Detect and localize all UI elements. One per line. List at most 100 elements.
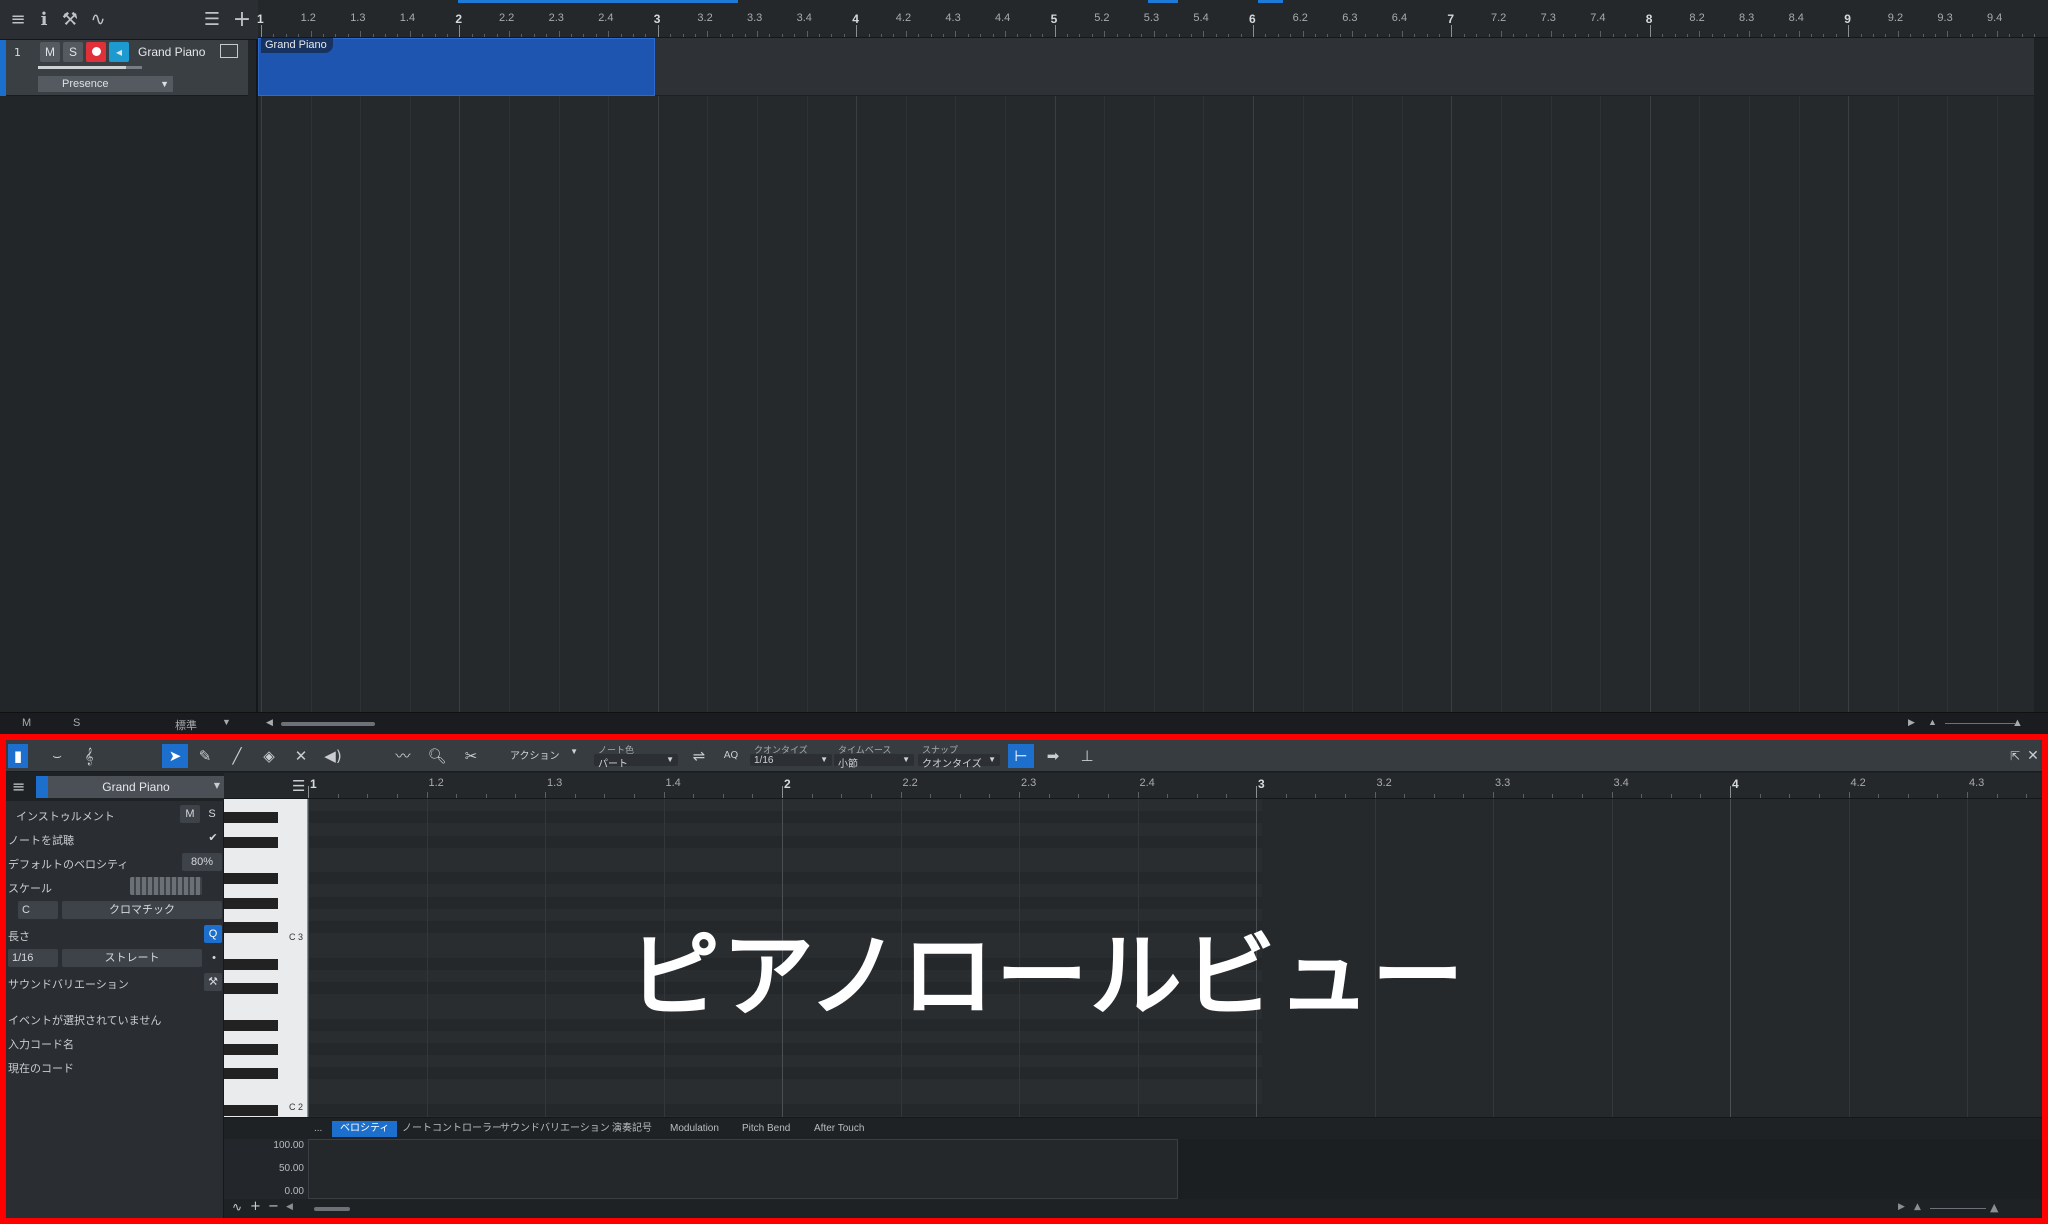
preset-dropdown[interactable]: Presence ▼ xyxy=(38,76,173,92)
add-track-icon[interactable]: + xyxy=(230,8,254,32)
zoom-in-icon[interactable]: ▲ xyxy=(2012,717,2023,729)
lane-tab[interactable]: 演奏記号 xyxy=(604,1121,660,1137)
timebase-dropdown[interactable]: タイムベース 小節 ▼ xyxy=(834,745,914,770)
track-volume-slider[interactable] xyxy=(38,66,142,69)
length-value-dropdown[interactable]: 1/16 xyxy=(8,949,58,967)
inspector-title[interactable]: Grand Piano xyxy=(48,776,224,798)
track-name[interactable]: Grand Piano xyxy=(138,45,205,59)
black-key[interactable] xyxy=(224,897,278,909)
record-arm-button[interactable] xyxy=(86,42,106,62)
pencil-tool-icon[interactable]: ✎ xyxy=(192,744,218,768)
default-velocity-value[interactable]: 80% xyxy=(182,853,222,871)
black-key[interactable] xyxy=(224,873,278,885)
instrument-event[interactable]: Grand Piano xyxy=(258,38,655,96)
add-lane-icon[interactable]: + xyxy=(250,1199,261,1214)
zoom-tool-icon[interactable]: 🔍︎ xyxy=(424,744,450,768)
lane-tab[interactable]: Modulation xyxy=(662,1121,727,1137)
arrange-ruler[interactable]: 1 1.2 1.3 1.4 2 2.2 2.3 2.4 3 3.2 3.3 3.4 4 4.2 4.3 4.4… xyxy=(257,0,2048,38)
vertical-scrollbar[interactable] xyxy=(2034,38,2048,712)
mute-button[interactable]: M xyxy=(40,42,60,62)
quantize-length-button[interactable]: Q xyxy=(204,925,222,943)
piano-keyboard[interactable]: C 3 C 2 xyxy=(224,799,308,1117)
info-icon[interactable]: i xyxy=(32,8,56,32)
wrench-icon[interactable]: ⚒ xyxy=(58,8,82,32)
scroll-left-icon[interactable]: ◀ xyxy=(286,1202,293,1212)
drum-editor-icon[interactable]: ⌣ xyxy=(44,744,70,768)
solo-button[interactable]: S xyxy=(63,42,83,62)
black-key[interactable] xyxy=(224,922,278,933)
instrument-keyboard-icon[interactable] xyxy=(220,44,238,58)
black-key[interactable] xyxy=(224,1019,278,1031)
inspector-mute-button[interactable]: M xyxy=(180,805,200,823)
dot-icon[interactable]: • xyxy=(206,949,222,967)
scroll-right-icon[interactable]: ▶ xyxy=(1908,717,1915,728)
track-lane[interactable]: Grand Piano xyxy=(258,38,2034,96)
close-icon[interactable]: ✕ xyxy=(2020,744,2046,768)
action-dropdown[interactable]: アクション ▼ xyxy=(506,746,582,766)
quantize-toggle-icon[interactable]: ⇌ xyxy=(686,744,712,768)
chevron-down-icon[interactable]: ▼ xyxy=(222,717,231,727)
arrange-view[interactable]: Grand Piano xyxy=(258,38,2034,712)
global-solo-button[interactable]: S xyxy=(73,717,80,729)
note-color-dropdown[interactable]: ノート色 パート ▼ xyxy=(594,745,678,770)
listen-tool-icon[interactable]: ◀) xyxy=(320,744,346,768)
menu-icon[interactable]: ≡ xyxy=(6,8,30,32)
inspector-solo-button[interactable]: S xyxy=(202,805,222,823)
horizontal-scroll-thumb[interactable] xyxy=(314,1207,350,1211)
black-key[interactable] xyxy=(224,812,278,824)
checkmark-icon[interactable]: ✔ xyxy=(204,829,222,847)
black-key[interactable] xyxy=(224,958,278,970)
black-key[interactable] xyxy=(224,836,278,848)
score-editor-icon[interactable]: 𝄞 xyxy=(76,744,102,768)
black-key[interactable] xyxy=(224,983,278,994)
scroll-left-icon[interactable]: ◀ xyxy=(266,717,273,728)
global-mute-button[interactable]: M xyxy=(22,717,31,729)
track-row[interactable]: 1 M S ◂ Grand Piano Presence ▼ xyxy=(6,40,248,96)
mute-tool-icon[interactable]: ✕ xyxy=(288,744,314,768)
ruler-tick xyxy=(806,31,808,37)
zoom-out-icon[interactable]: ▲ xyxy=(1928,717,1937,727)
horizontal-scroll-thumb[interactable] xyxy=(281,722,375,726)
ruler-tick xyxy=(1967,792,1968,798)
split-tool-icon[interactable]: ✂ xyxy=(458,744,484,768)
black-key[interactable] xyxy=(224,1044,278,1055)
follow-icon[interactable]: ➡ xyxy=(1040,744,1066,768)
automation-icon[interactable]: ∿ xyxy=(232,1200,242,1214)
snap-dropdown[interactable]: スナップ クオンタイズ ▼ xyxy=(918,745,1000,770)
lane-tab[interactable]: After Touch xyxy=(806,1121,872,1137)
ruler-tick xyxy=(1997,31,1998,37)
inspector-toggle-icon[interactable]: ▮ xyxy=(8,744,28,768)
arrow-tool-icon[interactable]: ➤ xyxy=(162,744,188,768)
piano-roll-ruler[interactable]: ☰ 1 1.2 1.3 1.4 2 2.2 2.3 2.4 3 3.2 3.3 3.4 4 4.2 4.3 xyxy=(224,773,2042,799)
wrench-icon[interactable]: ⚒ xyxy=(204,973,222,991)
scroll-right-icon[interactable]: ▶ xyxy=(1898,1202,1905,1212)
eraser-tool-icon[interactable]: ◈ xyxy=(256,744,282,768)
remove-lane-icon[interactable]: − xyxy=(268,1199,279,1214)
zoom-out-icon[interactable]: ▲ xyxy=(1914,1202,1921,1212)
lane-tab[interactable]: サウンドバリエーション xyxy=(492,1121,618,1137)
audio-quantize-button[interactable]: AQ xyxy=(718,744,744,768)
lane-tab[interactable]: ベロシティ xyxy=(332,1121,398,1137)
view-mode-dropdown[interactable]: 標準 xyxy=(175,717,197,733)
step-record-icon[interactable]: ⊥ xyxy=(1074,744,1100,768)
quantize-dropdown[interactable]: クオンタイズ 1/16 ▼ xyxy=(750,745,832,766)
automation-icon[interactable]: ∿ xyxy=(86,8,110,32)
zoom-slider[interactable] xyxy=(1945,723,2015,724)
scale-root-dropdown[interactable]: C xyxy=(18,901,58,919)
bend-tool-icon[interactable]: 〰 xyxy=(390,744,416,768)
monitor-button[interactable]: ◂ xyxy=(109,42,129,62)
zoom-in-icon[interactable]: ▲ xyxy=(1990,1201,1998,1214)
paint-tool-icon[interactable]: ╱ xyxy=(224,744,250,768)
more-lanes-button[interactable]: ... xyxy=(310,1121,326,1137)
menu-icon[interactable]: ≡ xyxy=(12,777,25,796)
black-key[interactable] xyxy=(224,1105,278,1116)
snap-to-grid-icon[interactable]: ⊢ xyxy=(1008,744,1034,768)
lane-tab[interactable]: Pitch Bend xyxy=(734,1121,798,1137)
length-mode-dropdown[interactable]: ストレート xyxy=(62,949,202,967)
list-icon[interactable]: ☰ xyxy=(292,777,305,795)
black-key[interactable] xyxy=(224,1068,278,1080)
scale-type-dropdown[interactable]: クロマチック xyxy=(62,901,222,919)
velocity-edit-area[interactable] xyxy=(308,1139,1178,1199)
list-icon[interactable]: ☰ xyxy=(200,8,224,32)
zoom-slider[interactable] xyxy=(1930,1208,1986,1209)
